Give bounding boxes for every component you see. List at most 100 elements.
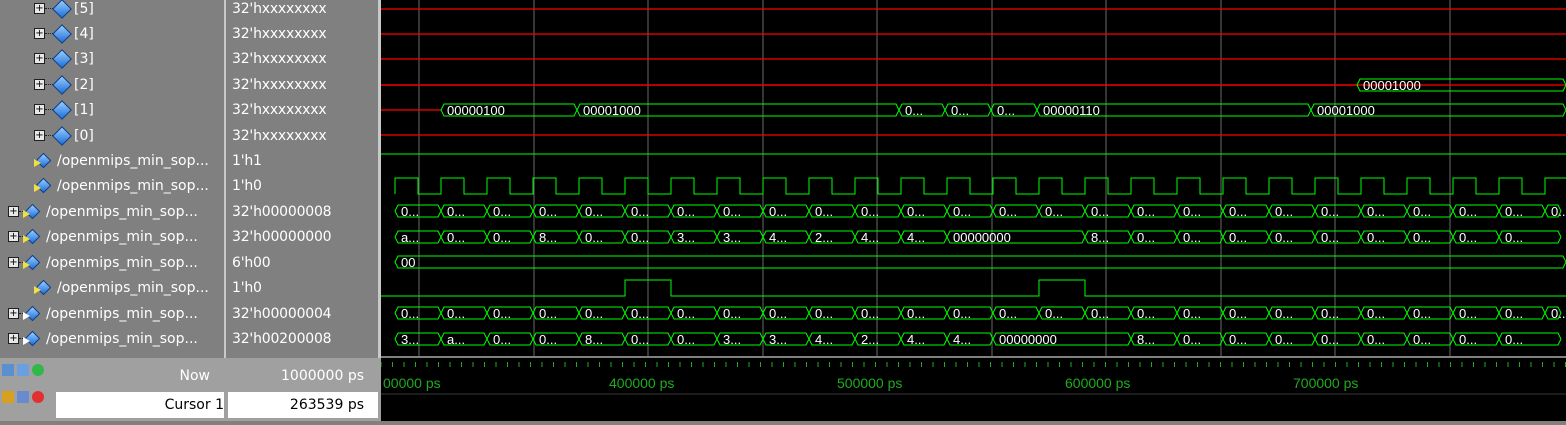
expand-icon[interactable]: +	[8, 308, 19, 319]
signal-row-11[interactable]: /openmips_min_sop...	[34, 275, 209, 300]
signal-row-4[interactable]: + [4]	[34, 21, 94, 46]
bus-9-label: 0...	[1459, 230, 1477, 245]
signal-value: 1'h0	[232, 177, 262, 194]
bus-12-label: 0...	[723, 306, 741, 321]
signal-row-12[interactable]: + /openmips_min_sop...	[8, 301, 198, 326]
signal-label: /openmips_min_sop...	[46, 203, 198, 220]
expand-icon[interactable]: +	[34, 53, 45, 64]
signal-row-6[interactable]: /openmips_min_sop...	[34, 148, 209, 173]
wave-add-icon[interactable]	[2, 364, 14, 376]
signal-row-8[interactable]: + /openmips_min_sop...	[8, 199, 198, 224]
bus-9-label: 0...	[1137, 230, 1155, 245]
bus-1-label: 0...	[905, 103, 923, 118]
signal-input-icon	[34, 279, 52, 295]
now-value-row: 1000000 ps	[281, 363, 364, 389]
signal-label: [1]	[74, 101, 94, 118]
signal-value: 32'h00000000	[232, 228, 332, 245]
bus-8-label: 0...	[1551, 204, 1566, 219]
bus-8-label: 0...	[585, 204, 603, 219]
now-label-row: Now	[180, 363, 211, 389]
bus-13-label: 0...	[1367, 332, 1385, 347]
signal-row-7[interactable]: /openmips_min_sop...	[34, 173, 209, 198]
bus-13-label: 0...	[1321, 332, 1339, 347]
signal-input-icon	[34, 152, 52, 168]
signal-row-3[interactable]: + [3]	[34, 46, 94, 71]
signal-row-0[interactable]: + [0]	[34, 123, 94, 148]
bus-13-label: 4...	[907, 332, 925, 347]
timeline-ruler[interactable]: 00000 ps 400000 ps 500000 ps 600000 ps 70000…	[380, 358, 1566, 421]
expand-icon[interactable]: +	[8, 231, 19, 242]
signal-row-1[interactable]: + [1]	[34, 97, 94, 122]
bus-8-label: 0...	[861, 204, 879, 219]
expand-icon[interactable]: +	[8, 257, 19, 268]
clock-wave	[394, 177, 1566, 195]
edit-icon[interactable]	[17, 391, 29, 403]
expand-icon[interactable]: +	[8, 333, 19, 344]
bus-13-label: a...	[447, 332, 465, 347]
cursor-names: Now Cursor 1	[0, 358, 224, 421]
bus-13-label: 3...	[401, 332, 419, 347]
plus-icon[interactable]	[32, 364, 44, 376]
bus-8-label: 0...	[1367, 204, 1385, 219]
signal-input-icon	[23, 254, 41, 270]
signal-input-icon	[23, 203, 41, 219]
timeline[interactable]: 00000 ps 400000 ps 500000 ps 600000 ps 70000…	[380, 358, 1566, 421]
signal-value: 1'h0	[232, 279, 262, 296]
bus-8-label: 0...	[1459, 204, 1477, 219]
bus-1-label: 00000110	[1043, 103, 1100, 118]
bus-13-label: 0...	[1505, 332, 1523, 347]
pulse-wave	[381, 279, 1566, 297]
bus-13-label: 8...	[585, 332, 603, 347]
signal-value: 32'hxxxxxxxx	[232, 25, 327, 42]
signal-row-9[interactable]: + /openmips_min_sop...	[8, 224, 198, 249]
waveform-pane[interactable]: 00001000 00000100 00001000 0... 0... 0... 0000…	[381, 0, 1566, 356]
expand-icon[interactable]: +	[34, 79, 45, 90]
minus-icon[interactable]	[32, 391, 44, 403]
expand-icon[interactable]: +	[34, 130, 45, 141]
signal-output-icon	[23, 330, 41, 346]
bus-8-label: 0...	[1321, 204, 1339, 219]
signal-row-5[interactable]: + [5]	[34, 0, 94, 21]
signal-value: 32'hxxxxxxxx	[232, 0, 327, 17]
signal-value: 32'h00000004	[232, 305, 332, 322]
cursor-label-row[interactable]: Cursor 1	[56, 392, 224, 418]
bus-12-label: 0...	[861, 306, 879, 321]
bus-12-label: 0...	[907, 306, 925, 321]
cursor-bar: Now Cursor 1 1000000 ps 263539 ps 00000 …	[0, 358, 1566, 421]
bus-9-label: 8...	[1091, 230, 1109, 245]
bus-10-segment	[394, 255, 1566, 269]
bus-8-label: 0...	[907, 204, 925, 219]
expand-icon[interactable]: +	[8, 206, 19, 217]
signal-label: /openmips_min_sop...	[46, 254, 198, 271]
cursor-add-icon[interactable]	[17, 364, 29, 376]
bus-8-label: 0...	[1275, 204, 1293, 219]
signal-label: /openmips_min_sop...	[57, 279, 209, 296]
signal-row-13[interactable]: + /openmips_min_sop...	[8, 326, 198, 351]
signal-value: 32'hxxxxxxxx	[232, 101, 327, 118]
bus-13-label: 0...	[493, 332, 511, 347]
bus-12-label: 0...	[1321, 306, 1339, 321]
expand-icon[interactable]: +	[34, 28, 45, 39]
lock-icon[interactable]	[2, 391, 14, 403]
cursor-value-row[interactable]: 263539 ps	[228, 392, 378, 418]
signal-diamond-icon	[52, 48, 72, 69]
bus-10-label: 00	[401, 255, 415, 270]
bus-12-label: 0...	[677, 306, 695, 321]
bus-8-label: 0...	[1137, 204, 1155, 219]
now-toolbar	[2, 364, 47, 376]
bus-9-label: 0...	[1183, 230, 1201, 245]
cursor-toolbar	[2, 391, 47, 403]
bus-12-label: 0...	[769, 306, 787, 321]
bus-12-label: 0...	[1137, 306, 1155, 321]
signal-input-icon	[34, 177, 52, 193]
signal-value: 32'hxxxxxxxx	[232, 76, 327, 93]
waveform-canvas[interactable]: 0000100000000100 00001000 0... 0... 0... 0000…	[381, 0, 1566, 356]
expand-icon[interactable]: +	[34, 3, 45, 14]
bus-8-label: 0...	[723, 204, 741, 219]
expand-icon[interactable]: +	[34, 104, 45, 115]
bus-8-label: 0...	[1229, 204, 1247, 219]
bus-13-label: 0...	[1229, 332, 1247, 347]
signal-row-2[interactable]: + [2]	[34, 72, 94, 97]
signal-row-10[interactable]: + /openmips_min_sop...	[8, 250, 198, 275]
bus-12-label: 0...	[1551, 306, 1566, 321]
